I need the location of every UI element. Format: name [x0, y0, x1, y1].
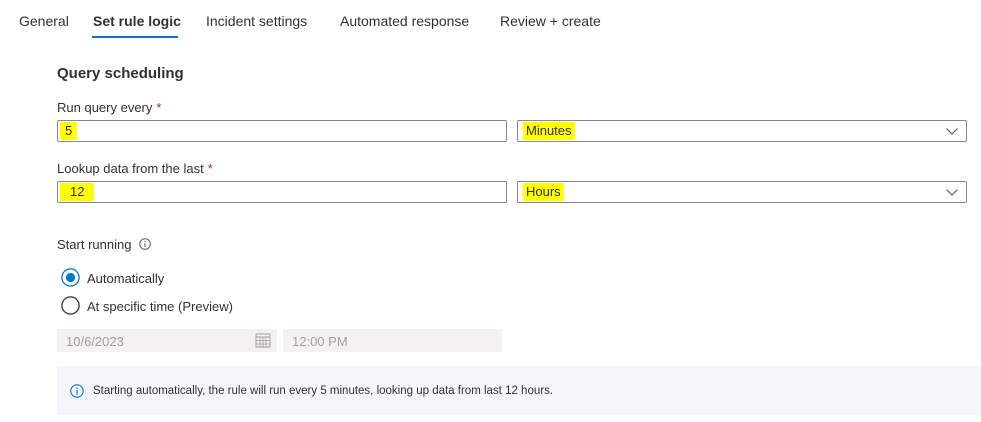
lookup-period-input[interactable]: 12	[57, 181, 507, 203]
run-query-label-text: Run query every	[57, 100, 153, 115]
radio-specific-time[interactable]	[61, 296, 80, 315]
tab-general[interactable]: General	[19, 13, 69, 29]
start-time-value: 12:00 PM	[292, 334, 348, 349]
info-icon[interactable]	[139, 238, 151, 250]
active-tab-indicator	[92, 36, 178, 38]
info-message-bar: Starting automatically, the rule will ru…	[57, 366, 981, 415]
lookup-label: Lookup data from the last *	[57, 161, 213, 176]
start-date-value: 10/6/2023	[66, 334, 124, 349]
radio-specific-time-label[interactable]: At specific time (Preview)	[87, 299, 233, 314]
lookup-unit-dropdown[interactable]: Hours	[517, 181, 967, 203]
run-query-frequency-input[interactable]: 5	[57, 120, 507, 142]
lookup-unit-value: Hours	[523, 183, 564, 201]
lookup-period-value: 12	[60, 183, 95, 201]
radio-automatically-label[interactable]: Automatically	[87, 271, 164, 286]
tab-bar: General Set rule logic Incident settings…	[0, 0, 981, 40]
chevron-down-icon	[946, 128, 958, 135]
section-title: Query scheduling	[57, 65, 184, 82]
radio-automatically[interactable]	[61, 268, 80, 287]
run-query-unit-dropdown[interactable]: Minutes	[517, 120, 967, 142]
start-date-picker: 10/6/2023	[57, 329, 277, 352]
lookup-label-text: Lookup data from the last	[57, 161, 204, 176]
chevron-down-icon	[946, 189, 958, 196]
run-query-frequency-value: 5	[60, 122, 78, 140]
info-icon	[70, 384, 84, 398]
start-time-picker: 12:00 PM	[283, 329, 502, 352]
tab-set-rule-logic[interactable]: Set rule logic	[93, 13, 181, 29]
run-query-unit-value: Minutes	[523, 122, 575, 140]
info-message-text: Starting automatically, the rule will ru…	[93, 385, 554, 397]
calendar-icon	[255, 333, 271, 348]
required-asterisk: *	[156, 100, 162, 115]
required-asterisk: *	[207, 161, 213, 176]
run-query-label: Run query every *	[57, 100, 161, 115]
tab-review-create[interactable]: Review + create	[500, 13, 601, 29]
start-running-label: Start running	[57, 237, 132, 252]
tab-incident-settings[interactable]: Incident settings	[206, 13, 307, 29]
tab-automated-response[interactable]: Automated response	[340, 13, 469, 29]
